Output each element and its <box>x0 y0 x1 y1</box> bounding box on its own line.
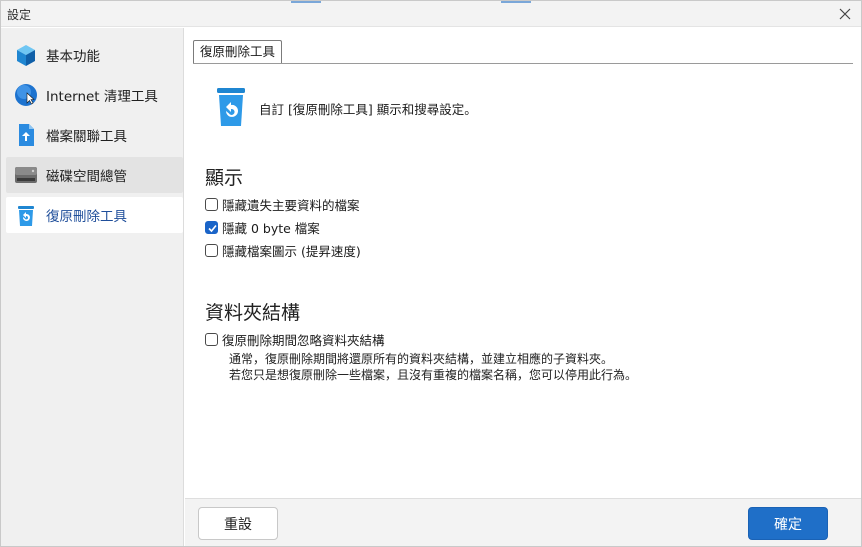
tab-undelete-tool[interactable]: 復原刪除工具 <box>193 40 283 64</box>
globe-icon <box>14 83 38 107</box>
window-title: 設定 <box>7 8 32 22</box>
file-association-icon <box>14 123 38 147</box>
checkbox-hide-missing-data[interactable]: 隱藏遺失主要資料的檔案 <box>205 195 360 214</box>
sidebar-item-disk-space[interactable]: 磁碟空間總管 <box>6 157 183 193</box>
sidebar-item-label: 基本功能 <box>46 49 100 65</box>
close-icon[interactable] <box>835 4 855 24</box>
sidebar-item-label: 復原刪除工具 <box>46 209 127 225</box>
checkbox-label: 隱藏 0 byte 檔案 <box>222 221 320 236</box>
folder-structure-note: 通常，復原刪除期間將還原所有的資料夾結構，並建立相應的子資料夾。 <box>229 352 614 366</box>
main-panel: 復原刪除工具 自訂 [復原刪除工具] 顯示和搜尋設定。 顯示 隱藏遺失主要資料的… <box>185 28 861 498</box>
checkbox-label: 隱藏遺失主要資料的檔案 <box>222 198 360 213</box>
sidebar: 基本功能 Internet 清理工具 檔案關聯工具 磁碟空間總管 復原刪除工具 <box>1 28 184 546</box>
recycle-bin-icon <box>213 86 249 126</box>
sidebar-item-internet-cleaner[interactable]: Internet 清理工具 <box>6 77 183 113</box>
settings-window: 設定 基本功能 Internet 清理工具 檔案關聯工具 磁碟空間總管 復原刪除… <box>0 0 862 547</box>
recycle-bin-icon <box>14 203 38 227</box>
sidebar-item-label: 磁碟空間總管 <box>46 169 127 185</box>
cube-icon <box>14 43 38 67</box>
checkbox-hide-zero-byte[interactable]: 隱藏 0 byte 檔案 <box>205 218 320 237</box>
folder-structure-note: 若您只是想復原刪除一些檔案，且沒有重複的檔案名稱，您可以停用此行為。 <box>229 368 638 382</box>
sidebar-item-file-association[interactable]: 檔案關聯工具 <box>6 117 183 153</box>
footer-bar: 重設 確定 <box>185 498 861 546</box>
disk-icon <box>14 163 38 187</box>
checkbox-label: 隱藏檔案圖示 (提昇速度) <box>222 244 361 259</box>
checkbox[interactable] <box>205 333 218 346</box>
sidebar-item-label: Internet 清理工具 <box>46 89 158 105</box>
title-bar-accent <box>291 1 321 3</box>
checkbox[interactable] <box>205 198 218 211</box>
checkbox-label: 復原刪除期間忽略資料夾結構 <box>222 333 385 348</box>
ok-button[interactable]: 確定 <box>748 507 828 540</box>
sidebar-item-undelete[interactable]: 復原刪除工具 <box>6 197 183 233</box>
checkbox-ignore-folder-structure[interactable]: 復原刪除期間忽略資料夾結構 <box>205 330 385 349</box>
section-title-folder-structure: 資料夾結構 <box>205 302 301 324</box>
checkbox[interactable] <box>205 244 218 257</box>
reset-button[interactable]: 重設 <box>198 507 278 540</box>
checkbox[interactable] <box>205 221 218 234</box>
checkbox-hide-file-icons[interactable]: 隱藏檔案圖示 (提昇速度) <box>205 241 361 260</box>
sidebar-item-basic-features[interactable]: 基本功能 <box>6 37 183 73</box>
section-title-display: 顯示 <box>205 167 244 189</box>
title-bar: 設定 <box>1 1 861 27</box>
sidebar-item-label: 檔案關聯工具 <box>46 129 127 145</box>
title-bar-accent <box>501 1 531 3</box>
page-description: 自訂 [復原刪除工具] 顯示和搜尋設定。 <box>259 102 477 117</box>
tab-divider <box>193 63 853 64</box>
